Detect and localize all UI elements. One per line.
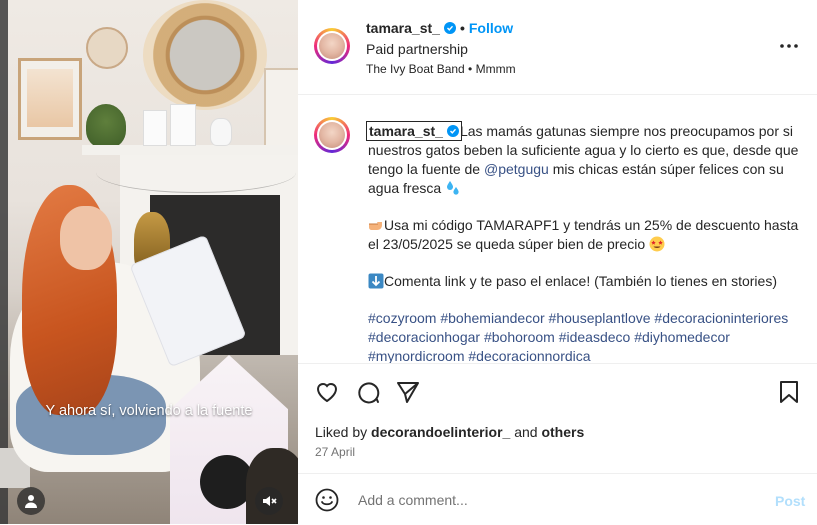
caption-paragraph-3: Comenta link y te paso el enlace! (Tambi… [368, 272, 804, 291]
caption-paragraph-1: tamara_st_ Las mamás gatunas siempre nos … [366, 121, 804, 198]
bookmark-icon[interactable] [776, 379, 802, 405]
share-icon[interactable] [395, 379, 421, 405]
post-actions: Liked by decorandoelinterior_ and others… [298, 363, 817, 474]
mention-link[interactable]: @petgugu [484, 161, 549, 177]
heart-icon[interactable] [314, 379, 340, 405]
paid-partnership-label[interactable]: Paid partnership [366, 41, 468, 57]
liked-by-user[interactable]: decorandoelinterior_ [371, 424, 510, 440]
post-comment-button[interactable]: Post [775, 493, 805, 509]
liked-others-link[interactable]: others [541, 424, 584, 440]
pointing-hand-icon [368, 217, 384, 233]
tagged-users-button[interactable] [17, 487, 45, 515]
author-username[interactable]: tamara_st_ [366, 20, 440, 36]
verified-badge-icon [443, 22, 456, 34]
video-edge [0, 0, 8, 524]
star-eyes-icon [649, 236, 665, 252]
post-video[interactable]: Y ahora sí, volviendo a la fuente [0, 0, 298, 524]
header-user-row: tamara_st_ • Follow [366, 20, 513, 36]
follow-button[interactable]: Follow [469, 20, 513, 36]
emoji-icon[interactable] [315, 488, 339, 512]
post-header: tamara_st_ • Follow Paid partnership The I… [298, 0, 817, 95]
post-caption: tamara_st_ Las mamás gatunas siempre nos … [366, 121, 804, 363]
comment-icon[interactable] [355, 379, 381, 405]
caption-username[interactable]: tamara_st_ [366, 121, 462, 141]
decor-house [143, 110, 167, 146]
wall-plate [86, 27, 128, 69]
decor-house [170, 104, 196, 146]
person-face [60, 206, 112, 270]
water-drops-icon [445, 180, 461, 196]
mute-button[interactable] [255, 487, 283, 515]
link-text: Comenta link y te paso el enlace! (Tambi… [384, 273, 777, 289]
decor-vase [210, 118, 232, 146]
comments-area[interactable]: tamara_st_ Las mamás gatunas siempre nos … [298, 95, 817, 363]
string-lights [96, 152, 296, 193]
caption-paragraph-2: Usa mi código TAMARAPF1 y tendrás un 25%… [368, 216, 804, 254]
more-horizontal-icon[interactable] [777, 36, 801, 56]
post-side-panel: tamara_st_ • Follow Paid partnership The I… [298, 0, 817, 524]
speaker-muted-icon [263, 496, 277, 506]
post-date[interactable]: 27 April [315, 445, 355, 459]
verified-badge-icon [446, 125, 459, 137]
video-caption: Y ahora sí, volviendo a la fuente [45, 403, 253, 419]
hashtags[interactable]: #cozyroom #bohemiandecor #houseplantlove… [368, 309, 804, 363]
likes-summary: Liked by decorandoelinterior_ and others [315, 424, 585, 440]
promo-text: Usa mi código TAMARAPF1 y tendrás un 25%… [368, 217, 799, 252]
separator-dot: • [459, 20, 465, 36]
comment-input[interactable] [356, 487, 720, 513]
down-arrow-icon [368, 273, 384, 289]
potted-plant [86, 104, 126, 148]
wall-frame [18, 58, 82, 140]
wall-frame-right [264, 68, 298, 152]
instagram-post-modal: Y ahora sí, volviendo a la fuente tamara… [0, 0, 817, 524]
caption-author-avatar[interactable] [314, 117, 350, 153]
add-comment-bar: Post [298, 473, 817, 525]
person-icon [25, 495, 37, 508]
rattan-mirror [143, 0, 267, 110]
audio-track-link[interactable]: The Ivy Boat Band • Mmmm [366, 62, 516, 76]
author-avatar[interactable] [314, 28, 350, 64]
